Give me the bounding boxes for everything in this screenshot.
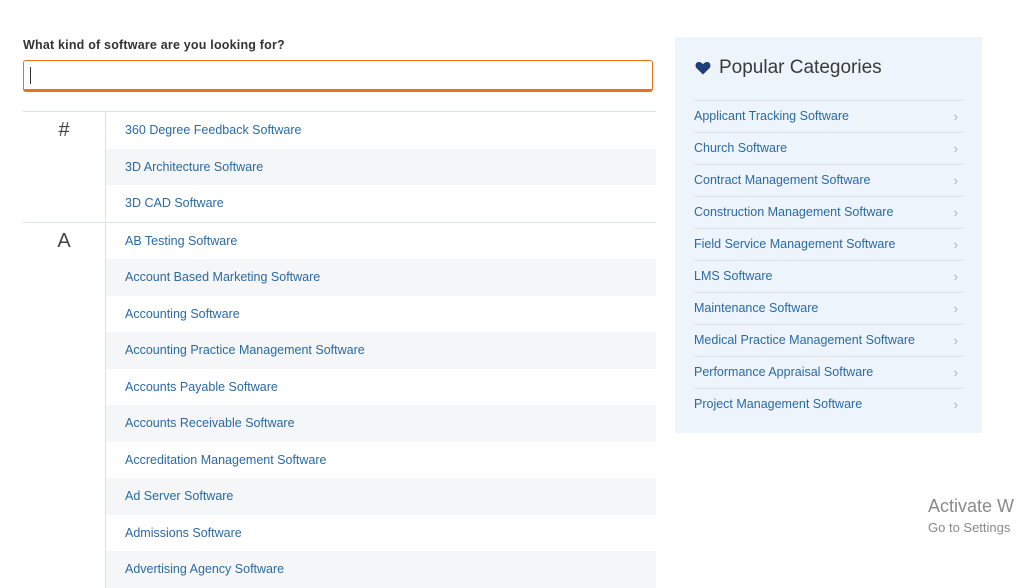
popular-categories-panel: Popular Categories Applicant Tracking So… [675, 37, 982, 433]
category-label: Maintenance Software [694, 301, 819, 315]
category-label: LMS Software [694, 269, 773, 283]
watermark-line2: Go to Settings [928, 520, 1011, 535]
group-letter: # [58, 119, 70, 141]
group-items: AB Testing Software Account Based Market… [105, 222, 656, 588]
chevron-right-icon: › [953, 397, 958, 412]
heart-icon [695, 61, 711, 75]
category-label: Performance Appraisal Software [694, 365, 874, 379]
directory-item[interactable]: 360 Degree Feedback Software [106, 112, 656, 149]
category-label: Applicant Tracking Software [694, 109, 849, 123]
category-item[interactable]: Field Service Management Software › [694, 228, 964, 260]
chevron-right-icon: › [953, 173, 958, 188]
panel-title-text: Popular Categories [719, 57, 882, 78]
category-item[interactable]: Church Software › [694, 132, 964, 164]
category-label: Project Management Software [694, 397, 863, 411]
category-label: Medical Practice Management Software [694, 333, 915, 347]
category-label: Contract Management Software [694, 173, 871, 187]
directory-item[interactable]: Accounting Practice Management Software [106, 332, 656, 369]
category-item[interactable]: Applicant Tracking Software › [694, 100, 964, 132]
category-item[interactable]: Project Management Software › [694, 388, 964, 420]
category-item[interactable]: Medical Practice Management Software › [694, 324, 964, 356]
text-caret [30, 67, 31, 84]
chevron-right-icon: › [953, 237, 958, 252]
category-label: Construction Management Software [694, 205, 894, 219]
search-label: What kind of software are you looking fo… [23, 38, 285, 52]
category-item[interactable]: Construction Management Software › [694, 196, 964, 228]
category-item[interactable]: Contract Management Software › [694, 164, 964, 196]
directory-item[interactable]: Accounts Receivable Software [106, 405, 656, 442]
directory-item[interactable]: 3D CAD Software [106, 185, 656, 222]
category-item[interactable]: LMS Software › [694, 260, 964, 292]
directory-item[interactable]: 3D Architecture Software [106, 148, 656, 185]
chevron-right-icon: › [953, 301, 958, 316]
chevron-right-icon: › [953, 333, 958, 348]
directory-item[interactable]: Accounting Software [106, 296, 656, 333]
chevron-right-icon: › [953, 109, 958, 124]
directory-item[interactable]: Admissions Software [106, 515, 656, 552]
search-box[interactable] [23, 60, 653, 92]
directory-item[interactable]: Ad Server Software [106, 478, 656, 515]
software-directory: # 360 Degree Feedback Software 3D Archit… [23, 111, 656, 588]
directory-item[interactable]: Advertising Agency Software [106, 551, 656, 588]
directory-item[interactable]: Accreditation Management Software [106, 442, 656, 479]
directory-item[interactable]: Accounts Payable Software [106, 369, 656, 406]
chevron-right-icon: › [953, 365, 958, 380]
watermark-line1: Activate W [928, 496, 1015, 516]
directory-item[interactable]: Account Based Marketing Software [106, 259, 656, 296]
activation-watermark: Activate W Go to Settings [928, 496, 1014, 535]
group-letter: A [57, 229, 71, 252]
panel-title: Popular Categories [695, 57, 882, 79]
chevron-right-icon: › [953, 205, 958, 220]
directory-group-hash: # 360 Degree Feedback Software 3D Archit… [23, 111, 656, 222]
category-label: Field Service Management Software [694, 237, 896, 251]
chevron-right-icon: › [953, 141, 958, 156]
directory-group-a: A AB Testing Software Account Based Mark… [23, 221, 656, 588]
category-label: Church Software [694, 141, 788, 155]
category-item[interactable]: Maintenance Software › [694, 292, 964, 324]
directory-item[interactable]: AB Testing Software [106, 223, 656, 260]
search-input[interactable] [24, 61, 652, 89]
category-item[interactable]: Performance Appraisal Software › [694, 356, 964, 388]
chevron-right-icon: › [953, 269, 958, 284]
category-list: Applicant Tracking Software › Church Soft… [694, 100, 964, 420]
group-items: 360 Degree Feedback Software 3D Architec… [105, 112, 656, 222]
